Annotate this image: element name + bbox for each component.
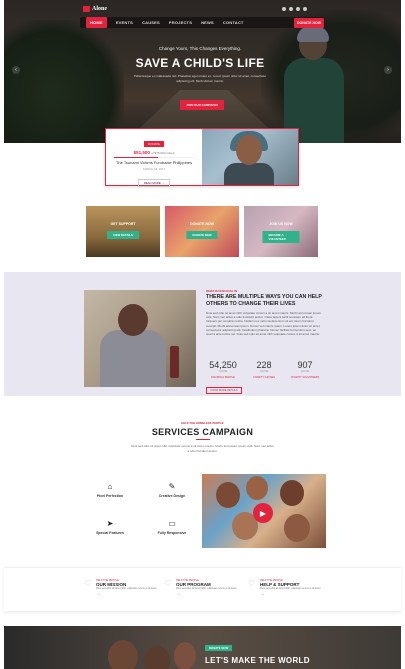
campaign-raised: $51,500 of $75,000 raised [112,150,196,155]
join-campaign-button[interactable]: JOIN OUR CAMPAIGN [180,100,224,110]
nav-projects[interactable]: PROJECTS [169,20,192,25]
nav-causes[interactable]: CAUSES [142,20,160,25]
services-kicker: HELP THE HOMELESS PEOPLE [181,421,224,425]
mission-desc: Duis sed odio sit amet nibh vulputate cu… [176,587,237,590]
nav-contact[interactable]: CONTACT [223,20,244,25]
arrow-right-icon[interactable]: → [260,591,324,597]
paper-plane-icon: ➤ [106,519,114,528]
service-special-features[interactable]: ➤ Special Features [80,519,140,535]
support-icon: ♡ [248,579,256,588]
social-links [282,7,310,11]
campaign-tag: DONATE [144,141,164,147]
monitor-icon: ▭ [168,519,176,528]
slider-prev-icon[interactable]: ‹ [12,66,20,74]
hero-title: SAVE A CHILD'S LIFE [135,56,265,70]
campaign-info: DONATE $51,500 of $75,000 raised The Tsu… [106,129,202,187]
arrow-right-icon[interactable]: → [176,591,240,597]
nav-events[interactable]: EVENTS [116,20,133,25]
services-title: SERVICES CAMPAIGN [151,427,254,437]
campaign-date: MARCH 18, 2017 [143,167,165,171]
stat-number: 907 [297,360,313,370]
play-icon[interactable]: ▶ [253,503,273,523]
about-kicker: WHAT IS OUR GOAL IN [206,289,237,293]
stat-label: CAUSE [259,370,269,373]
facebook-icon[interactable] [282,7,286,11]
instagram-icon[interactable] [303,7,307,11]
slider-next-icon[interactable]: › [384,66,392,74]
google-plus-icon[interactable] [296,7,300,11]
service-label: Fully Responsive [157,531,187,535]
mission-help-support[interactable]: ♡ HELP THE PEOPLE HELP & SUPPORT Duis se… [248,579,326,597]
service-label: Creative Design [158,494,186,498]
service-label: Pixel Perfection [96,494,124,498]
logo-icon [83,6,90,12]
tile-get-support[interactable]: GET SUPPORT VIEW DETAILS [86,206,160,257]
stat-label: CAUSE [300,370,310,373]
stat-link[interactable]: CHARITY CAUSES [244,376,284,379]
about-text: Duis sed odio sit amet nibh vulputate cu… [206,311,321,337]
stat-link[interactable]: FINANCIAL PEOPLE [203,376,243,379]
logo[interactable]: Alone [83,6,107,12]
service-label: Special Features [96,531,124,535]
hero-description: Pellentesque eu malesuada nisl. Phasellu… [133,74,267,83]
stat-label: CAUSE [218,370,228,373]
mission-our-program[interactable]: ♡ HELP THE PEOPLE OUR PROGRAM Duis sed o… [164,579,242,597]
gift-icon: ♡ [164,579,172,588]
arrow-right-icon[interactable]: → [96,591,160,597]
campaign-progress-fill [114,157,159,158]
services-description: Duis sed odio sit amet nibh vulputate cu… [131,444,274,453]
nav-news[interactable]: NEWS [201,20,214,25]
house-icon: ⌂ [107,482,113,491]
main-nav: HOME EVENTS CAUSES PROJECTS NEWS CONTACT [80,17,325,28]
campaign-goal: of $75,000 raised [151,151,175,155]
tile-title: DONATE NOW [189,222,215,226]
stat-financial: 54,250 CAUSE FINANCIAL PEOPLE [203,360,243,379]
services-divider [196,439,210,440]
donate-now-button[interactable]: DONATE NOW [294,18,324,28]
banner-tag[interactable]: DONATE NOW [205,645,233,651]
service-fully-responsive[interactable]: ▭ Fully Responsive [142,519,202,535]
bottom-banner [4,626,401,669]
campaign-progress-bar [114,157,195,158]
service-creative-design[interactable]: ✎ Creative Design [142,482,202,498]
service-pixel-perfection[interactable]: ⌂ Pixel Perfection [80,482,140,498]
tile-button[interactable]: BECOME A VOLUNTEER [262,231,300,243]
about-photo [84,290,196,387]
pen-icon: ✎ [168,482,176,491]
stat-number: 228 [256,360,272,370]
campaign-raised-amount: $51,500 [133,150,150,155]
know-more-button[interactable]: KNOW MORE DETAILS [206,387,242,394]
tile-button[interactable]: DONATE NOW [186,231,218,239]
mission-our-mission[interactable]: ♡ HELP THE PEOPLE OUR MISSION Duis sed o… [84,579,162,597]
campaign-photo [202,129,298,185]
tile-button[interactable]: VIEW DETAILS [107,231,139,239]
banner-title: LET'S MAKE THE WORLD [205,656,310,665]
mission-desc: Duis sed odio sit amet nibh vulputate cu… [96,587,157,590]
about-title: THERE ARE MULTIPLE WAYS YOU CAN HELP OTH… [206,294,322,307]
heart-hand-icon: ♡ [84,579,92,588]
campaign-card[interactable]: DONATE $51,500 of $75,000 raised The Tsu… [105,128,299,187]
page: Alone HOME EVENTS CAUSES PROJECTS NEWS C… [0,0,405,669]
tile-title: JOIN US NOW [269,222,293,226]
read-more-button[interactable]: READ MORE → [137,179,171,187]
stat-link[interactable]: CHARITY VOLUNTEERS [285,376,325,379]
stat-volunteers: 907 CAUSE CHARITY VOLUNTEERS [285,360,325,379]
nav-home[interactable]: HOME [86,17,107,28]
campaign-title[interactable]: The Tsunami Victims Fundraise Philippine… [112,160,196,165]
stat-causes: 228 CAUSE CHARITY CAUSES [244,360,284,379]
mission-desc: Duis sed odio sit amet nibh vulputate cu… [260,587,321,590]
logo-text: Alone [92,6,107,12]
tile-donate-now[interactable]: DONATE NOW DONATE NOW [165,206,239,257]
stat-number: 54,250 [209,360,237,370]
tile-join-us[interactable]: JOIN US NOW BECOME A VOLUNTEER [244,206,318,257]
tile-title: GET SUPPORT [110,222,136,226]
twitter-icon[interactable] [289,7,293,11]
hero-subtitle: Change Yours, This Changes Everything. [158,46,242,51]
